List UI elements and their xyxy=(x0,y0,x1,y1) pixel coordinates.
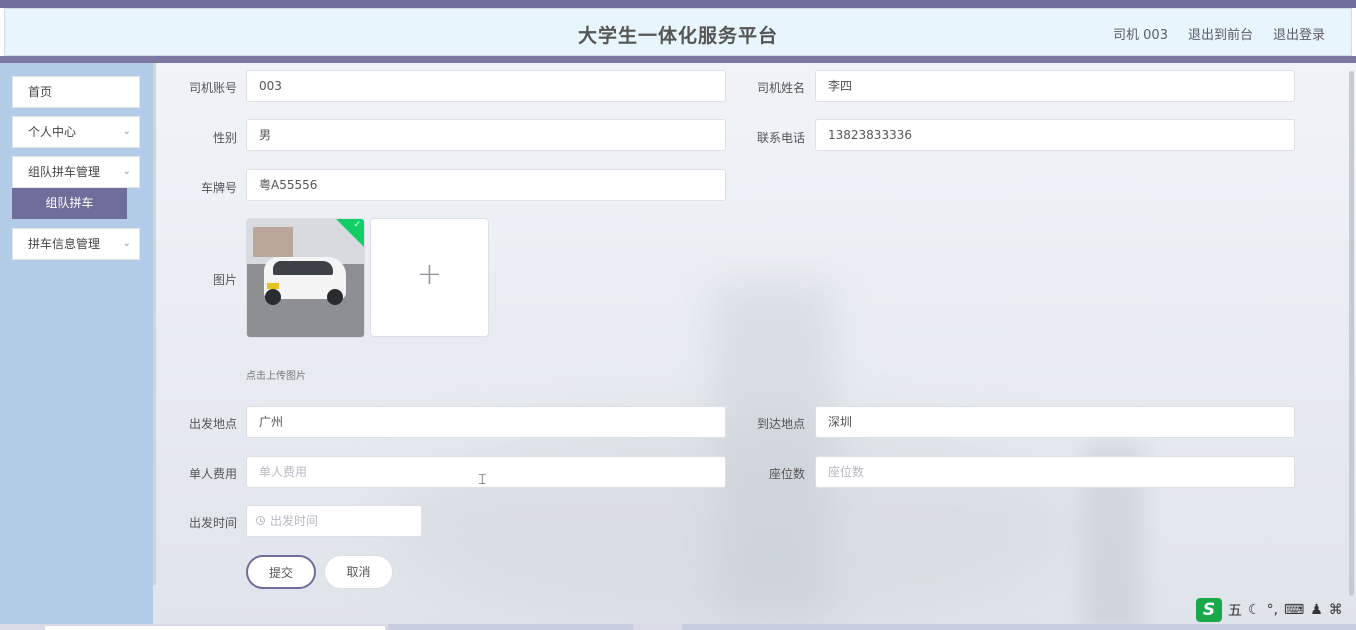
sidebar-item-label: 首页 xyxy=(28,85,53,99)
sidebar-item-label: 拼车信息管理 xyxy=(28,237,101,251)
scrollbar[interactable] xyxy=(1349,71,1354,596)
depart-time-label: 出发时间 xyxy=(188,516,237,530)
chevron-down-icon: ⌄ xyxy=(122,166,131,177)
image-label: 图片 xyxy=(212,273,237,287)
plate-input[interactable]: 粤A55556 xyxy=(246,169,726,201)
text-cursor-icon: ⌶ xyxy=(478,472,487,488)
phone-input[interactable]: 13823833336 xyxy=(815,119,1295,151)
depart-time-picker[interactable]: 出发时间 xyxy=(246,505,422,537)
sidebar-item-label: 组队拼车管理 xyxy=(28,165,101,179)
driver-account-input[interactable]: 003 xyxy=(246,70,726,102)
departure-label: 出发地点 xyxy=(188,417,237,431)
plus-icon: + xyxy=(416,257,443,292)
grid-icon[interactable]: ⌘ xyxy=(1329,602,1343,618)
user-label[interactable]: 司机 003 xyxy=(1113,24,1168,43)
main-content: 司机账号 003 司机姓名 李四 性别 男 联系电话 13823833336 车… xyxy=(153,63,1356,630)
taskbar-strip xyxy=(0,624,1356,630)
chevron-down-icon: ⌄ xyxy=(122,238,131,249)
image-upload-button[interactable]: + xyxy=(370,218,489,337)
back-to-front-link[interactable]: 退出到前台 xyxy=(1188,24,1253,43)
sidebar: 首页 个人中心 ⌄ 组队拼车管理 ⌄ 组队拼车 拼车信息管理 ⌄ xyxy=(0,63,153,630)
chevron-down-icon: ⌄ xyxy=(122,126,131,137)
keyboard-icon[interactable]: ⌨ xyxy=(1284,602,1304,618)
arrival-input[interactable]: 深圳 xyxy=(815,406,1295,438)
punctuation-icon[interactable]: °, xyxy=(1267,602,1278,618)
ime-toolbar[interactable]: S 五 ☾ °, ⌨ ♟ ⌘ xyxy=(1196,597,1343,623)
sidebar-subitem-carpool-team[interactable]: 组队拼车 xyxy=(12,188,127,219)
moon-icon[interactable]: ☾ xyxy=(1248,602,1261,618)
driver-account-label: 司机账号 xyxy=(188,81,237,95)
header-links: 司机 003 退出到前台 退出登录 xyxy=(1113,24,1325,43)
sidebar-item-personal-center[interactable]: 个人中心 ⌄ xyxy=(12,116,140,148)
check-icon: ✓ xyxy=(353,220,361,230)
header: 大学生一体化服务平台 司机 003 退出到前台 退出登录 xyxy=(4,8,1352,56)
ime-mode[interactable]: 五 xyxy=(1228,600,1242,620)
cancel-button[interactable]: 取消 xyxy=(324,555,393,589)
gender-input[interactable]: 男 xyxy=(246,119,726,151)
header-divider xyxy=(0,56,1356,63)
fee-label: 单人费用 xyxy=(188,467,237,481)
seats-label: 座位数 xyxy=(768,467,805,481)
upload-tip: 点击上传图片 xyxy=(246,371,306,382)
gender-label: 性别 xyxy=(212,131,237,145)
background-decoration xyxy=(713,283,833,623)
top-strip xyxy=(0,0,1356,8)
phone-label: 联系电话 xyxy=(756,131,805,145)
submit-button[interactable]: 提交 xyxy=(246,555,316,589)
driver-name-input[interactable]: 李四 xyxy=(815,70,1295,102)
plate-label: 车牌号 xyxy=(200,181,237,195)
car-image-thumbnail[interactable]: ✓ xyxy=(246,218,365,338)
sidebar-item-carpool-team[interactable]: 组队拼车管理 ⌄ xyxy=(12,156,140,188)
logout-link[interactable]: 退出登录 xyxy=(1273,24,1325,43)
sidebar-item-carpool-info[interactable]: 拼车信息管理 ⌄ xyxy=(12,228,140,260)
seats-input[interactable]: 座位数 xyxy=(815,456,1295,488)
arrival-label: 到达地点 xyxy=(756,417,805,431)
sidebar-item-label: 个人中心 xyxy=(28,125,77,139)
departure-input[interactable]: 广州 xyxy=(246,406,726,438)
depart-time-placeholder: 出发时间 xyxy=(270,514,319,528)
ime-logo-icon[interactable]: S xyxy=(1196,598,1222,622)
sidebar-item-home[interactable]: 首页 xyxy=(12,76,140,108)
driver-name-label: 司机姓名 xyxy=(756,81,805,95)
clock-icon xyxy=(256,516,265,525)
user-icon[interactable]: ♟ xyxy=(1310,602,1323,618)
